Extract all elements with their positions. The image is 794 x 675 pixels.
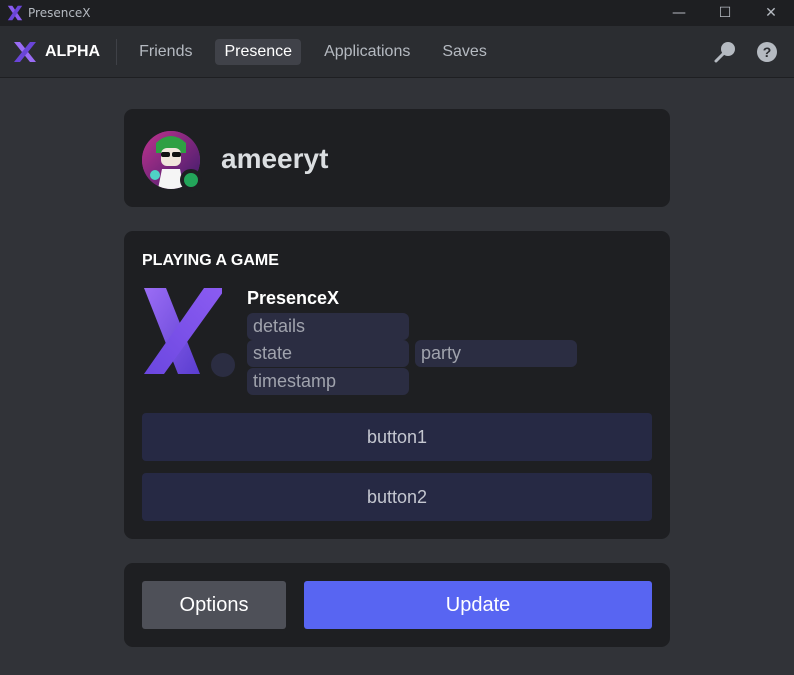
timestamp-field[interactable]: timestamp <box>247 368 409 395</box>
nav-divider <box>116 38 118 65</box>
options-button[interactable]: Options <box>142 581 286 629</box>
update-button[interactable]: Update <box>304 581 652 629</box>
state-field[interactable]: state <box>247 340 409 367</box>
maximize-button[interactable]: ☐ <box>702 0 748 26</box>
help-icon[interactable]: ? <box>754 39 780 65</box>
minimize-button[interactable]: — <box>656 0 702 26</box>
activity-type-header: PLAYING A GAME <box>142 252 279 269</box>
presencex-logo-icon <box>14 41 36 62</box>
details-field[interactable]: details <box>247 313 409 340</box>
activity-card: PLAYING A GAME PresenceX details state p… <box>124 231 670 539</box>
svg-text:?: ? <box>763 44 772 60</box>
brand-name: ALPHA <box>45 42 101 60</box>
avatar-wrapper <box>142 131 202 191</box>
close-button[interactable]: ✕ <box>748 0 794 26</box>
username: ameeryt <box>221 143 329 174</box>
tab-saves[interactable]: Saves <box>433 39 495 65</box>
online-status-dot <box>180 169 202 191</box>
actions-card: Options Update <box>124 563 670 647</box>
profile-card: ameeryt <box>124 109 670 207</box>
nav-right-icons: ? <box>712 39 780 65</box>
activity-button-1[interactable]: button1 <box>142 413 652 461</box>
title-bar: PresenceX — ☐ ✕ <box>0 0 794 26</box>
tab-applications[interactable]: Applications <box>315 39 419 65</box>
top-navigation: ALPHA Friends Presence Applications Save… <box>0 26 794 78</box>
small-image-icon[interactable] <box>208 350 238 380</box>
tab-friends[interactable]: Friends <box>130 39 201 65</box>
brand: ALPHA <box>12 39 100 65</box>
activity-button-2[interactable]: button2 <box>142 473 652 521</box>
game-name: PresenceX <box>247 288 340 308</box>
party-field[interactable]: party <box>415 340 577 367</box>
window-title: PresenceX <box>28 6 91 20</box>
presencex-logo-icon <box>7 5 23 21</box>
window-controls: — ☐ ✕ <box>656 0 794 26</box>
tab-presence[interactable]: Presence <box>215 38 302 65</box>
search-icon[interactable] <box>712 39 738 65</box>
